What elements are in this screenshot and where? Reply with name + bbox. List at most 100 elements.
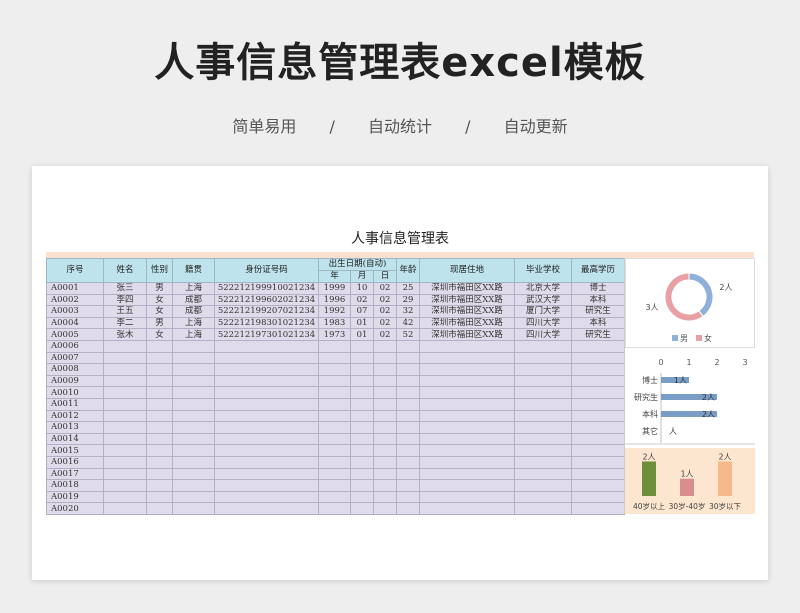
cell-seq[interactable]: A0020 bbox=[46, 502, 104, 515]
cell-year[interactable] bbox=[318, 444, 351, 457]
cell-day[interactable]: 02 bbox=[373, 305, 397, 318]
cell-seq[interactable]: A0012 bbox=[46, 409, 104, 423]
cell-year[interactable] bbox=[318, 339, 351, 353]
header-seq[interactable]: 序号 bbox=[46, 258, 104, 283]
cell-address[interactable] bbox=[419, 421, 515, 434]
cell-school[interactable]: 四川大学 bbox=[514, 328, 572, 341]
cell-age[interactable]: 25 bbox=[396, 282, 420, 295]
table-row[interactable]: A0014 bbox=[46, 432, 625, 446]
cell-month[interactable] bbox=[350, 363, 374, 376]
cell-seq[interactable]: A0013 bbox=[46, 421, 104, 434]
cell-origin[interactable] bbox=[172, 432, 215, 446]
cell-age[interactable] bbox=[396, 455, 420, 469]
cell-day[interactable] bbox=[373, 339, 397, 353]
cell-seq[interactable]: A0014 bbox=[46, 432, 104, 446]
cell-origin[interactable] bbox=[172, 502, 215, 515]
cell-school[interactable] bbox=[514, 502, 572, 515]
cell-gender[interactable] bbox=[146, 444, 173, 457]
cell-edu[interactable]: 研究生 bbox=[571, 328, 625, 341]
cell-origin[interactable] bbox=[172, 339, 215, 353]
cell-id[interactable]: 522212198301021234 bbox=[214, 316, 319, 330]
cell-year[interactable]: 1983 bbox=[318, 316, 351, 330]
cell-gender[interactable] bbox=[146, 502, 173, 515]
cell-name[interactable] bbox=[103, 339, 147, 353]
cell-address[interactable] bbox=[419, 397, 515, 411]
cell-origin[interactable] bbox=[172, 444, 215, 457]
cell-year[interactable] bbox=[318, 502, 351, 515]
cell-seq[interactable]: A0018 bbox=[46, 479, 104, 492]
cell-origin[interactable] bbox=[172, 386, 215, 399]
cell-seq[interactable]: A0008 bbox=[46, 363, 104, 376]
cell-seq[interactable]: A0007 bbox=[46, 351, 104, 365]
cell-name[interactable] bbox=[103, 502, 147, 515]
table-row[interactable]: A0009 bbox=[46, 374, 625, 388]
cell-id[interactable] bbox=[214, 386, 319, 399]
cell-gender[interactable] bbox=[146, 479, 173, 492]
header-edu[interactable]: 最高学历 bbox=[571, 258, 625, 283]
cell-name[interactable]: 张三 bbox=[103, 282, 147, 295]
cell-address[interactable] bbox=[419, 432, 515, 446]
header-origin[interactable]: 籍贯 bbox=[172, 258, 215, 283]
cell-age[interactable] bbox=[396, 502, 420, 515]
cell-origin[interactable] bbox=[172, 351, 215, 365]
cell-day[interactable]: 02 bbox=[373, 293, 397, 307]
cell-origin[interactable] bbox=[172, 421, 215, 434]
cell-name[interactable]: 李二 bbox=[103, 316, 147, 330]
cell-edu[interactable] bbox=[571, 351, 625, 365]
cell-seq[interactable]: A0009 bbox=[46, 374, 104, 388]
cell-month[interactable] bbox=[350, 374, 374, 388]
cell-origin[interactable]: 成都 bbox=[172, 293, 215, 307]
cell-age[interactable] bbox=[396, 363, 420, 376]
cell-day[interactable] bbox=[373, 479, 397, 492]
cell-age[interactable] bbox=[396, 386, 420, 399]
cell-month[interactable] bbox=[350, 490, 374, 504]
cell-year[interactable] bbox=[318, 490, 351, 504]
header-year[interactable]: 年 bbox=[318, 270, 351, 283]
cell-id[interactable] bbox=[214, 339, 319, 353]
cell-day[interactable] bbox=[373, 386, 397, 399]
cell-address[interactable] bbox=[419, 351, 515, 365]
table-row[interactable]: A0017 bbox=[46, 467, 625, 481]
cell-name[interactable] bbox=[103, 455, 147, 469]
cell-age[interactable] bbox=[396, 374, 420, 388]
cell-name[interactable] bbox=[103, 351, 147, 365]
cell-school[interactable] bbox=[514, 490, 572, 504]
cell-id[interactable] bbox=[214, 374, 319, 388]
cell-day[interactable] bbox=[373, 432, 397, 446]
cell-name[interactable] bbox=[103, 479, 147, 492]
cell-edu[interactable]: 本科 bbox=[571, 316, 625, 330]
cell-age[interactable] bbox=[396, 444, 420, 457]
cell-gender[interactable] bbox=[146, 432, 173, 446]
cell-year[interactable] bbox=[318, 421, 351, 434]
cell-seq[interactable]: A0004 bbox=[46, 316, 104, 330]
cell-address[interactable] bbox=[419, 386, 515, 399]
cell-address[interactable] bbox=[419, 374, 515, 388]
cell-origin[interactable]: 上海 bbox=[172, 282, 215, 295]
header-address[interactable]: 现居住地 bbox=[419, 258, 515, 283]
cell-gender[interactable] bbox=[146, 467, 173, 481]
cell-month[interactable]: 02 bbox=[350, 293, 374, 307]
table-row[interactable]: A0015 bbox=[46, 444, 625, 457]
cell-name[interactable]: 张木 bbox=[103, 328, 147, 341]
cell-edu[interactable] bbox=[571, 339, 625, 353]
table-row[interactable]: A0016 bbox=[46, 455, 625, 469]
cell-origin[interactable] bbox=[172, 409, 215, 423]
cell-age[interactable] bbox=[396, 432, 420, 446]
cell-year[interactable]: 1999 bbox=[318, 282, 351, 295]
cell-month[interactable] bbox=[350, 339, 374, 353]
cell-gender[interactable] bbox=[146, 421, 173, 434]
cell-age[interactable] bbox=[396, 421, 420, 434]
header-birth[interactable]: 出生日期(自动) bbox=[318, 258, 397, 271]
cell-address[interactable]: 深圳市福田区XX路 bbox=[419, 328, 515, 341]
cell-edu[interactable] bbox=[571, 409, 625, 423]
cell-school[interactable]: 四川大学 bbox=[514, 316, 572, 330]
table-row[interactable]: A0006 bbox=[46, 339, 625, 353]
cell-gender[interactable] bbox=[146, 339, 173, 353]
cell-id[interactable]: 522212199602021234 bbox=[214, 293, 319, 307]
cell-school[interactable] bbox=[514, 432, 572, 446]
cell-day[interactable] bbox=[373, 467, 397, 481]
cell-year[interactable] bbox=[318, 432, 351, 446]
cell-day[interactable] bbox=[373, 490, 397, 504]
cell-edu[interactable] bbox=[571, 432, 625, 446]
cell-year[interactable] bbox=[318, 397, 351, 411]
